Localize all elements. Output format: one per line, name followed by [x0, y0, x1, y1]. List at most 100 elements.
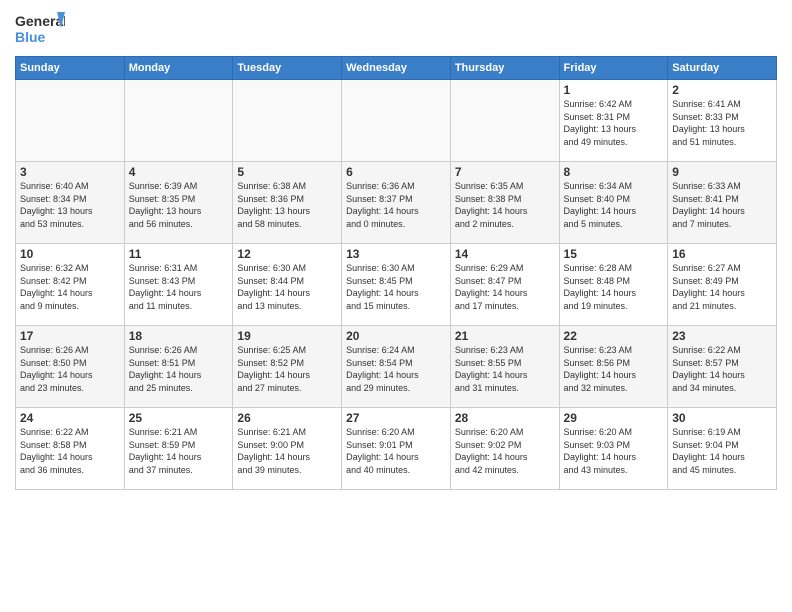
day-cell: 15Sunrise: 6:28 AM Sunset: 8:48 PM Dayli… [559, 244, 668, 326]
day-number: 19 [237, 329, 337, 343]
day-cell: 3Sunrise: 6:40 AM Sunset: 8:34 PM Daylig… [16, 162, 125, 244]
day-number: 24 [20, 411, 120, 425]
day-info: Sunrise: 6:33 AM Sunset: 8:41 PM Dayligh… [672, 180, 772, 230]
day-number: 26 [237, 411, 337, 425]
day-cell: 23Sunrise: 6:22 AM Sunset: 8:57 PM Dayli… [668, 326, 777, 408]
day-cell [342, 80, 451, 162]
day-number: 17 [20, 329, 120, 343]
day-number: 27 [346, 411, 446, 425]
calendar-table: SundayMondayTuesdayWednesdayThursdayFrid… [15, 56, 777, 490]
day-info: Sunrise: 6:30 AM Sunset: 8:44 PM Dayligh… [237, 262, 337, 312]
day-number: 30 [672, 411, 772, 425]
day-info: Sunrise: 6:25 AM Sunset: 8:52 PM Dayligh… [237, 344, 337, 394]
header-tuesday: Tuesday [233, 57, 342, 80]
day-cell: 14Sunrise: 6:29 AM Sunset: 8:47 PM Dayli… [450, 244, 559, 326]
day-cell: 27Sunrise: 6:20 AM Sunset: 9:01 PM Dayli… [342, 408, 451, 490]
day-info: Sunrise: 6:31 AM Sunset: 8:43 PM Dayligh… [129, 262, 229, 312]
day-cell: 6Sunrise: 6:36 AM Sunset: 8:37 PM Daylig… [342, 162, 451, 244]
day-number: 3 [20, 165, 120, 179]
day-cell: 21Sunrise: 6:23 AM Sunset: 8:55 PM Dayli… [450, 326, 559, 408]
week-row-0: 1Sunrise: 6:42 AM Sunset: 8:31 PM Daylig… [16, 80, 777, 162]
day-info: Sunrise: 6:35 AM Sunset: 8:38 PM Dayligh… [455, 180, 555, 230]
day-number: 14 [455, 247, 555, 261]
day-number: 18 [129, 329, 229, 343]
day-info: Sunrise: 6:24 AM Sunset: 8:54 PM Dayligh… [346, 344, 446, 394]
logo-svg: GeneralBlue [15, 10, 65, 48]
day-info: Sunrise: 6:29 AM Sunset: 8:47 PM Dayligh… [455, 262, 555, 312]
day-cell: 28Sunrise: 6:20 AM Sunset: 9:02 PM Dayli… [450, 408, 559, 490]
day-info: Sunrise: 6:38 AM Sunset: 8:36 PM Dayligh… [237, 180, 337, 230]
day-info: Sunrise: 6:28 AM Sunset: 8:48 PM Dayligh… [564, 262, 664, 312]
day-number: 8 [564, 165, 664, 179]
header-sunday: Sunday [16, 57, 125, 80]
day-cell: 18Sunrise: 6:26 AM Sunset: 8:51 PM Dayli… [124, 326, 233, 408]
day-info: Sunrise: 6:20 AM Sunset: 9:02 PM Dayligh… [455, 426, 555, 476]
day-info: Sunrise: 6:36 AM Sunset: 8:37 PM Dayligh… [346, 180, 446, 230]
day-cell: 10Sunrise: 6:32 AM Sunset: 8:42 PM Dayli… [16, 244, 125, 326]
logo: GeneralBlue [15, 10, 65, 48]
day-number: 7 [455, 165, 555, 179]
day-info: Sunrise: 6:30 AM Sunset: 8:45 PM Dayligh… [346, 262, 446, 312]
day-info: Sunrise: 6:22 AM Sunset: 8:58 PM Dayligh… [20, 426, 120, 476]
day-number: 2 [672, 83, 772, 97]
day-info: Sunrise: 6:41 AM Sunset: 8:33 PM Dayligh… [672, 98, 772, 148]
day-cell: 7Sunrise: 6:35 AM Sunset: 8:38 PM Daylig… [450, 162, 559, 244]
day-cell: 1Sunrise: 6:42 AM Sunset: 8:31 PM Daylig… [559, 80, 668, 162]
day-cell: 19Sunrise: 6:25 AM Sunset: 8:52 PM Dayli… [233, 326, 342, 408]
day-info: Sunrise: 6:32 AM Sunset: 8:42 PM Dayligh… [20, 262, 120, 312]
day-number: 29 [564, 411, 664, 425]
day-cell: 5Sunrise: 6:38 AM Sunset: 8:36 PM Daylig… [233, 162, 342, 244]
day-info: Sunrise: 6:34 AM Sunset: 8:40 PM Dayligh… [564, 180, 664, 230]
day-info: Sunrise: 6:20 AM Sunset: 9:03 PM Dayligh… [564, 426, 664, 476]
day-cell: 26Sunrise: 6:21 AM Sunset: 9:00 PM Dayli… [233, 408, 342, 490]
day-number: 5 [237, 165, 337, 179]
day-info: Sunrise: 6:19 AM Sunset: 9:04 PM Dayligh… [672, 426, 772, 476]
svg-text:Blue: Blue [15, 29, 46, 45]
day-info: Sunrise: 6:27 AM Sunset: 8:49 PM Dayligh… [672, 262, 772, 312]
day-info: Sunrise: 6:40 AM Sunset: 8:34 PM Dayligh… [20, 180, 120, 230]
header: GeneralBlue [15, 10, 777, 48]
header-row: SundayMondayTuesdayWednesdayThursdayFrid… [16, 57, 777, 80]
day-number: 22 [564, 329, 664, 343]
week-row-3: 17Sunrise: 6:26 AM Sunset: 8:50 PM Dayli… [16, 326, 777, 408]
day-number: 10 [20, 247, 120, 261]
day-cell: 29Sunrise: 6:20 AM Sunset: 9:03 PM Dayli… [559, 408, 668, 490]
day-number: 1 [564, 83, 664, 97]
week-row-2: 10Sunrise: 6:32 AM Sunset: 8:42 PM Dayli… [16, 244, 777, 326]
day-cell: 12Sunrise: 6:30 AM Sunset: 8:44 PM Dayli… [233, 244, 342, 326]
day-cell: 16Sunrise: 6:27 AM Sunset: 8:49 PM Dayli… [668, 244, 777, 326]
day-number: 16 [672, 247, 772, 261]
day-cell: 20Sunrise: 6:24 AM Sunset: 8:54 PM Dayli… [342, 326, 451, 408]
week-row-1: 3Sunrise: 6:40 AM Sunset: 8:34 PM Daylig… [16, 162, 777, 244]
day-number: 15 [564, 247, 664, 261]
day-number: 28 [455, 411, 555, 425]
day-number: 4 [129, 165, 229, 179]
header-wednesday: Wednesday [342, 57, 451, 80]
week-row-4: 24Sunrise: 6:22 AM Sunset: 8:58 PM Dayli… [16, 408, 777, 490]
day-cell: 25Sunrise: 6:21 AM Sunset: 8:59 PM Dayli… [124, 408, 233, 490]
day-cell [16, 80, 125, 162]
day-cell: 9Sunrise: 6:33 AM Sunset: 8:41 PM Daylig… [668, 162, 777, 244]
day-number: 20 [346, 329, 446, 343]
day-cell: 17Sunrise: 6:26 AM Sunset: 8:50 PM Dayli… [16, 326, 125, 408]
day-cell: 13Sunrise: 6:30 AM Sunset: 8:45 PM Dayli… [342, 244, 451, 326]
day-number: 9 [672, 165, 772, 179]
header-friday: Friday [559, 57, 668, 80]
day-cell [233, 80, 342, 162]
day-info: Sunrise: 6:22 AM Sunset: 8:57 PM Dayligh… [672, 344, 772, 394]
day-info: Sunrise: 6:42 AM Sunset: 8:31 PM Dayligh… [564, 98, 664, 148]
day-info: Sunrise: 6:21 AM Sunset: 8:59 PM Dayligh… [129, 426, 229, 476]
day-info: Sunrise: 6:26 AM Sunset: 8:51 PM Dayligh… [129, 344, 229, 394]
svg-text:General: General [15, 13, 65, 29]
day-number: 23 [672, 329, 772, 343]
day-info: Sunrise: 6:26 AM Sunset: 8:50 PM Dayligh… [20, 344, 120, 394]
day-cell [450, 80, 559, 162]
header-thursday: Thursday [450, 57, 559, 80]
day-info: Sunrise: 6:23 AM Sunset: 8:56 PM Dayligh… [564, 344, 664, 394]
day-cell: 8Sunrise: 6:34 AM Sunset: 8:40 PM Daylig… [559, 162, 668, 244]
day-cell [124, 80, 233, 162]
day-cell: 2Sunrise: 6:41 AM Sunset: 8:33 PM Daylig… [668, 80, 777, 162]
day-cell: 30Sunrise: 6:19 AM Sunset: 9:04 PM Dayli… [668, 408, 777, 490]
day-info: Sunrise: 6:23 AM Sunset: 8:55 PM Dayligh… [455, 344, 555, 394]
day-info: Sunrise: 6:21 AM Sunset: 9:00 PM Dayligh… [237, 426, 337, 476]
